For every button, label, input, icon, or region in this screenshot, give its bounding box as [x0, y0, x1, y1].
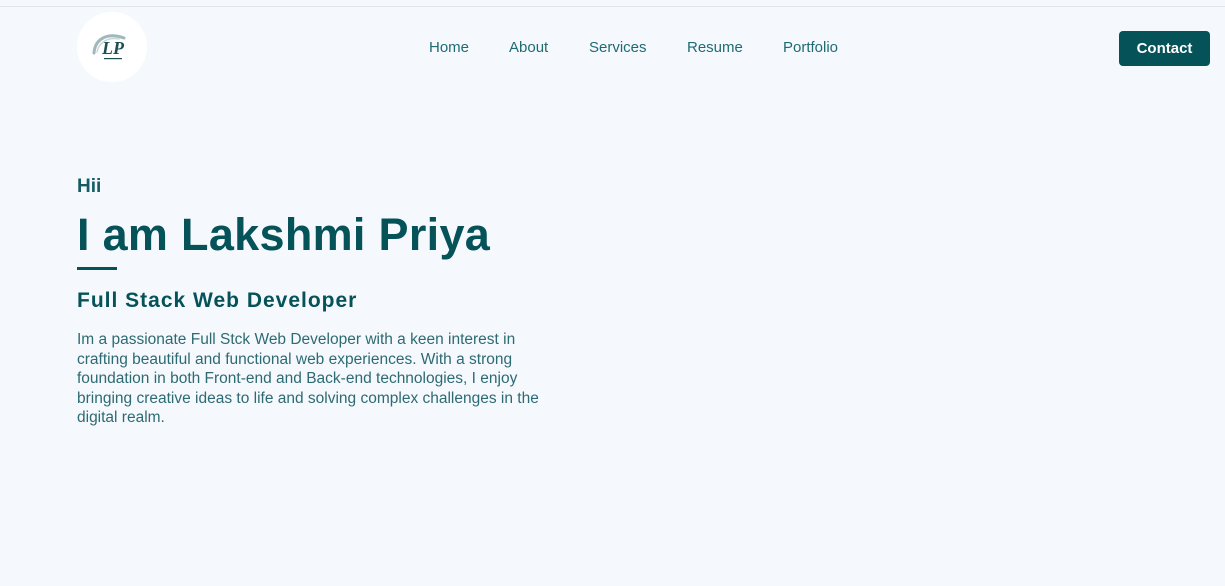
title-underline	[77, 267, 117, 270]
bio-text: Im a passionate Full Stck Web Developer …	[77, 331, 539, 426]
role-title: Full Stack Web Developer	[77, 289, 358, 312]
hero-title: I am Lakshmi Priya	[77, 209, 491, 260]
nav-home[interactable]: Home	[429, 39, 469, 56]
nav-services[interactable]: Services	[589, 39, 647, 56]
nav-portfolio[interactable]: Portfolio	[783, 39, 838, 56]
contact-button[interactable]: Contact	[1119, 31, 1210, 66]
greeting: Hii	[77, 176, 102, 197]
nav-resume[interactable]: Resume	[687, 39, 743, 56]
nav-about[interactable]: About	[509, 39, 548, 56]
top-divider	[0, 6, 1225, 7]
main-nav: Home About Services Resume Portfolio	[0, 39, 1225, 59]
